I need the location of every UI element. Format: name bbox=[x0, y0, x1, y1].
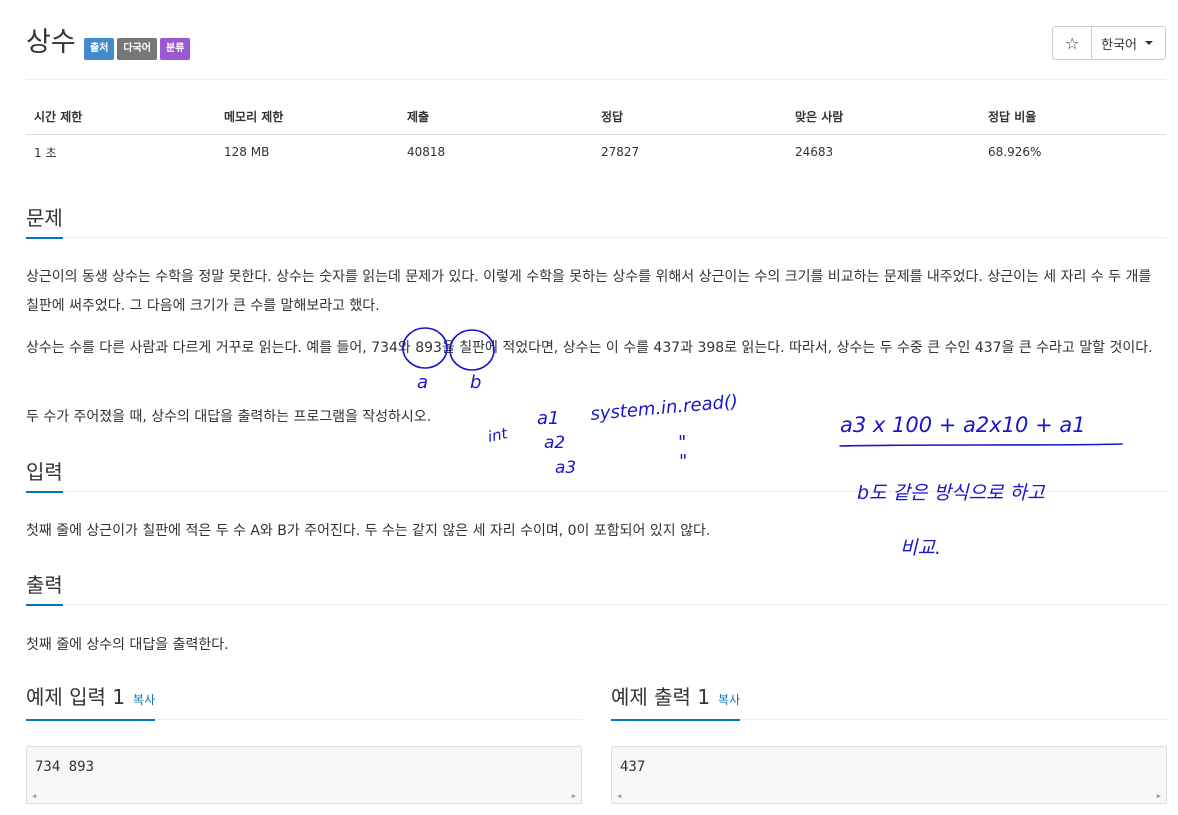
horizontal-scrollbar[interactable]: ◀ ▶ bbox=[612, 789, 1166, 803]
problem-labels: 출처 다국어 분류 bbox=[84, 38, 191, 60]
sample-input-title-wrap: 예제 입력 1 복사 bbox=[26, 682, 156, 721]
input-heading: 입력 bbox=[26, 457, 63, 493]
problem-paragraph-3: 두 수가 주어졌을 때, 상수의 대답을 출력하는 프로그램을 작성하시오. bbox=[26, 409, 432, 425]
annotation-b: b bbox=[470, 372, 481, 393]
scroll-right-icon[interactable]: ▶ bbox=[1157, 792, 1161, 800]
multilang-label[interactable]: 다국어 bbox=[117, 38, 158, 60]
table-header-row: 시간 제한 메모리 제한 제출 정답 맞은 사람 정답 비율 bbox=[26, 99, 1166, 135]
horizontal-scrollbar[interactable]: ◀ ▶ bbox=[27, 789, 581, 803]
col-header-submissions: 제출 bbox=[399, 99, 593, 135]
annotation-a2: a2 bbox=[544, 433, 565, 453]
sample-input-box[interactable]: 734 893 ◀ ▶ bbox=[26, 746, 582, 804]
problem-title: 상수 bbox=[26, 27, 76, 58]
source-label[interactable]: 출처 bbox=[84, 38, 115, 60]
problem-header: 상수 출처 다국어 분류 ☆ 한국어 bbox=[26, 26, 1166, 80]
problem-paragraph-1: 상근이의 동생 상수는 수학을 정말 못한다. 상수는 숫자를 읽는데 문제가 … bbox=[26, 269, 1152, 314]
submissions-value: 40818 bbox=[407, 145, 446, 160]
annotation-a: a bbox=[417, 372, 428, 393]
problem-info-table: 시간 제한 메모리 제한 제출 정답 맞은 사람 정답 비율 1 초 128 M… bbox=[26, 99, 1166, 170]
language-label: 한국어 bbox=[1101, 37, 1137, 53]
solved-users-value: 24683 bbox=[795, 145, 834, 160]
sample-output-value: 437 bbox=[620, 759, 646, 775]
sample-input-value: 734 893 bbox=[35, 759, 95, 775]
memory-limit-value: 128 MB bbox=[224, 145, 270, 160]
output-heading: 출력 bbox=[26, 570, 63, 606]
star-button[interactable]: ☆ bbox=[1052, 26, 1093, 60]
ratio-value: 68.926% bbox=[988, 145, 1042, 160]
copy-input-button[interactable]: 복사 bbox=[133, 685, 155, 715]
sample-input-title: 예제 입력 1 bbox=[26, 685, 126, 709]
sample-output-box[interactable]: 437 ◀ ▶ bbox=[611, 746, 1167, 804]
scroll-left-icon[interactable]: ◀ bbox=[32, 792, 36, 800]
output-section-header: 출력 bbox=[26, 569, 1166, 606]
sample-input-header: 예제 입력 1 복사 bbox=[26, 682, 582, 721]
copy-output-button[interactable]: 복사 bbox=[718, 685, 740, 715]
problem-section-header: 문제 bbox=[26, 202, 1166, 239]
problem-heading: 문제 bbox=[26, 203, 63, 239]
language-dropdown[interactable]: 한국어 bbox=[1092, 26, 1166, 60]
category-label[interactable]: 분류 bbox=[160, 38, 191, 60]
time-limit-value: 1 초 bbox=[34, 145, 57, 160]
star-icon: ☆ bbox=[1064, 33, 1080, 53]
sample-output-block: 예제 출력 1 복사 437 ◀ ▶ bbox=[611, 682, 1167, 804]
input-section-header: 입력 bbox=[26, 456, 1166, 493]
table-row: 1 초 128 MB 40818 27827 24683 68.926% bbox=[26, 134, 1166, 170]
col-header-memory-limit: 메모리 제한 bbox=[216, 99, 399, 135]
scroll-right-icon[interactable]: ▶ bbox=[572, 792, 576, 800]
chevron-down-icon bbox=[1145, 41, 1153, 45]
col-header-ratio: 정답 비율 bbox=[980, 99, 1166, 135]
sample-input-block: 예제 입력 1 복사 734 893 ◀ ▶ bbox=[26, 682, 582, 804]
col-header-time-limit: 시간 제한 bbox=[26, 99, 216, 135]
input-description: 첫째 줄에 상근이가 칠판에 적은 두 수 A와 B가 주어진다. 두 수는 같… bbox=[26, 523, 711, 539]
accepted-value: 27827 bbox=[601, 145, 640, 160]
sample-output-title-wrap: 예제 출력 1 복사 bbox=[611, 682, 741, 721]
col-header-accepted: 정답 bbox=[593, 99, 787, 135]
formula-underline bbox=[839, 443, 1123, 447]
col-header-solved-users: 맞은 사람 bbox=[787, 99, 980, 135]
sample-output-title: 예제 출력 1 bbox=[611, 685, 711, 709]
header-tools: ☆ 한국어 bbox=[1052, 26, 1166, 60]
problem-paragraph-2: 상수는 수를 다른 사람과 다르게 거꾸로 읽는다. 예를 들어, 734와 8… bbox=[26, 340, 1153, 356]
scroll-left-icon[interactable]: ◀ bbox=[617, 792, 621, 800]
sample-output-header: 예제 출력 1 복사 bbox=[611, 682, 1167, 721]
output-description: 첫째 줄에 상수의 대답을 출력한다. bbox=[26, 637, 229, 653]
annotation-ditto-1: " bbox=[678, 432, 686, 453]
